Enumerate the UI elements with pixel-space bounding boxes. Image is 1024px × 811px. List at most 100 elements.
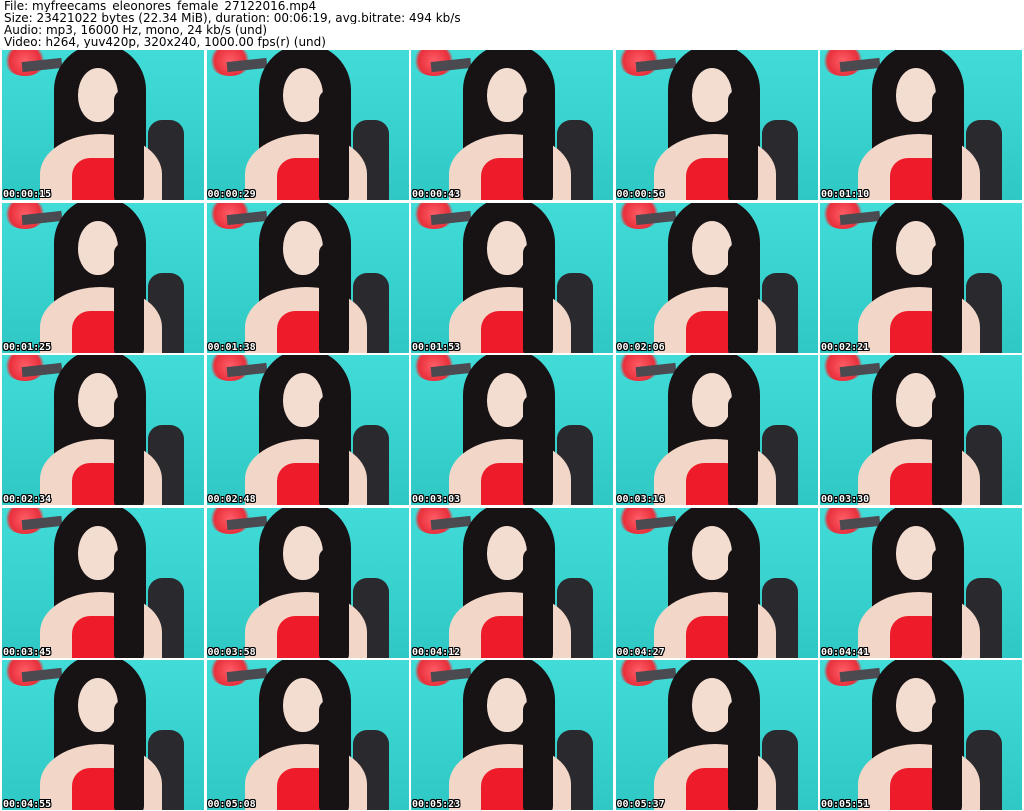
face-shape [896, 220, 936, 275]
face-shape [691, 525, 732, 580]
hair-front-shape [932, 242, 962, 353]
file-info-header: File: myfreecams_eleonores_female_271220… [4, 0, 1020, 48]
thumbnail-grid: 00:00:15 00:00:29 00:00:43 00:00:56 00:01:10… [2, 50, 1022, 810]
hair-front-shape [318, 395, 349, 505]
video-thumbnail: 00:01:10 [820, 50, 1022, 200]
thumbnail-timestamp: 00:04:41 [821, 646, 870, 658]
hair-front-shape [318, 547, 349, 658]
thumbnail-timestamp: 00:00:15 [3, 189, 52, 200]
video-thumbnail: 00:01:53 [411, 202, 613, 353]
thumbnail-timestamp: 00:01:25 [3, 341, 52, 353]
thumbnail-timestamp: 00:03:45 [3, 646, 52, 658]
thumbnail-timestamp: 00:00:29 [207, 189, 256, 200]
hair-front-shape [114, 395, 144, 505]
hair-front-shape [523, 242, 553, 353]
hair-front-shape [114, 242, 144, 353]
thumbnail-timestamp: 00:01:53 [412, 341, 461, 353]
hair-front-shape [727, 395, 758, 505]
video-thumbnail: 00:03:58 [206, 507, 409, 658]
face-shape [282, 220, 323, 275]
audio-info-line: Audio: mp3, 16000 Hz, mono, 24 kb/s (und… [4, 24, 268, 36]
hair-front-shape [727, 242, 758, 353]
thumbnail-timestamp: 00:02:48 [207, 494, 256, 505]
hair-front-shape [932, 90, 962, 200]
video-thumbnail: 00:04:55 [2, 660, 204, 810]
thumbnail-timestamp: 00:03:30 [821, 494, 870, 505]
video-thumbnail: 00:05:37 [615, 660, 818, 810]
thumbnail-timestamp: 00:04:27 [616, 646, 665, 658]
hair-front-shape [523, 90, 553, 200]
thumbnail-timestamp: 00:03:58 [207, 646, 256, 658]
face-shape [282, 373, 323, 427]
face-shape [691, 220, 732, 275]
hair-front-shape [727, 700, 758, 810]
video-thumbnail: 00:00:56 [615, 50, 818, 200]
hair-front-shape [114, 547, 144, 658]
face-shape [896, 678, 936, 732]
hair-front-shape [727, 90, 758, 200]
face-shape [78, 68, 118, 122]
hair-front-shape [932, 547, 962, 658]
thumbnail-timestamp: 00:01:38 [207, 341, 256, 353]
thumbnail-timestamp: 00:03:16 [616, 494, 665, 505]
face-shape [487, 220, 527, 275]
video-thumbnail: 00:00:29 [206, 50, 409, 200]
thumbnail-timestamp: 00:02:21 [821, 341, 870, 353]
face-shape [78, 373, 118, 427]
face-shape [691, 373, 732, 427]
video-thumbnail: 00:03:45 [2, 507, 204, 658]
thumbnail-timestamp: 00:01:10 [821, 189, 870, 200]
file-name-line: File: myfreecams_eleonores_female_271220… [4, 0, 317, 12]
file-size-line: Size: 23421022 bytes (22.34 MiB), durati… [4, 12, 461, 24]
hair-front-shape [727, 547, 758, 658]
face-shape [487, 678, 527, 732]
hair-front-shape [932, 700, 962, 810]
hair-front-shape [318, 90, 349, 200]
video-thumbnail: 00:02:06 [615, 202, 818, 353]
hair-front-shape [318, 700, 349, 810]
video-thumbnail: 00:02:48 [206, 355, 409, 505]
video-thumbnail: 00:02:21 [820, 202, 1022, 353]
video-thumbnail: 00:02:34 [2, 355, 204, 505]
video-thumbnail: 00:03:16 [615, 355, 818, 505]
face-shape [896, 68, 936, 122]
face-shape [78, 678, 118, 732]
video-thumbnail: 00:04:27 [615, 507, 818, 658]
video-thumbnail: 00:05:51 [820, 660, 1022, 810]
thumbnail-timestamp: 00:00:56 [616, 189, 665, 200]
video-thumbnail: 00:04:41 [820, 507, 1022, 658]
video-thumbnail: 00:04:12 [411, 507, 613, 658]
video-thumbnail: 00:05:23 [411, 660, 613, 810]
video-thumbnail: 00:01:25 [2, 202, 204, 353]
hair-front-shape [318, 242, 349, 353]
face-shape [896, 525, 936, 580]
face-shape [487, 373, 527, 427]
thumbnail-timestamp: 00:05:37 [616, 799, 665, 810]
hair-front-shape [523, 700, 553, 810]
hair-front-shape [114, 700, 144, 810]
face-shape [896, 373, 936, 427]
hair-front-shape [523, 395, 553, 505]
thumbnail-timestamp: 00:05:23 [412, 799, 461, 810]
video-thumbnail: 00:03:30 [820, 355, 1022, 505]
video-thumbnail: 00:00:15 [2, 50, 204, 200]
video-thumbnail: 00:05:08 [206, 660, 409, 810]
video-thumbnail: 00:03:03 [411, 355, 613, 505]
face-shape [487, 525, 527, 580]
thumbnail-timestamp: 00:04:12 [412, 646, 461, 658]
face-shape [78, 220, 118, 275]
video-thumbnail: 00:01:38 [206, 202, 409, 353]
thumbnail-timestamp: 00:03:03 [412, 494, 461, 505]
face-shape [282, 678, 323, 732]
thumbnail-timestamp: 00:02:06 [616, 341, 665, 353]
thumbnail-timestamp: 00:00:43 [412, 189, 461, 200]
face-shape [282, 68, 323, 122]
thumbnail-timestamp: 00:02:34 [3, 494, 52, 505]
video-info-line: Video: h264, yuv420p, 320x240, 1000.00 f… [4, 36, 326, 48]
face-shape [282, 525, 323, 580]
hair-front-shape [114, 90, 144, 200]
face-shape [691, 678, 732, 732]
thumbnail-timestamp: 00:05:08 [207, 799, 256, 810]
face-shape [78, 525, 118, 580]
face-shape [487, 68, 527, 122]
